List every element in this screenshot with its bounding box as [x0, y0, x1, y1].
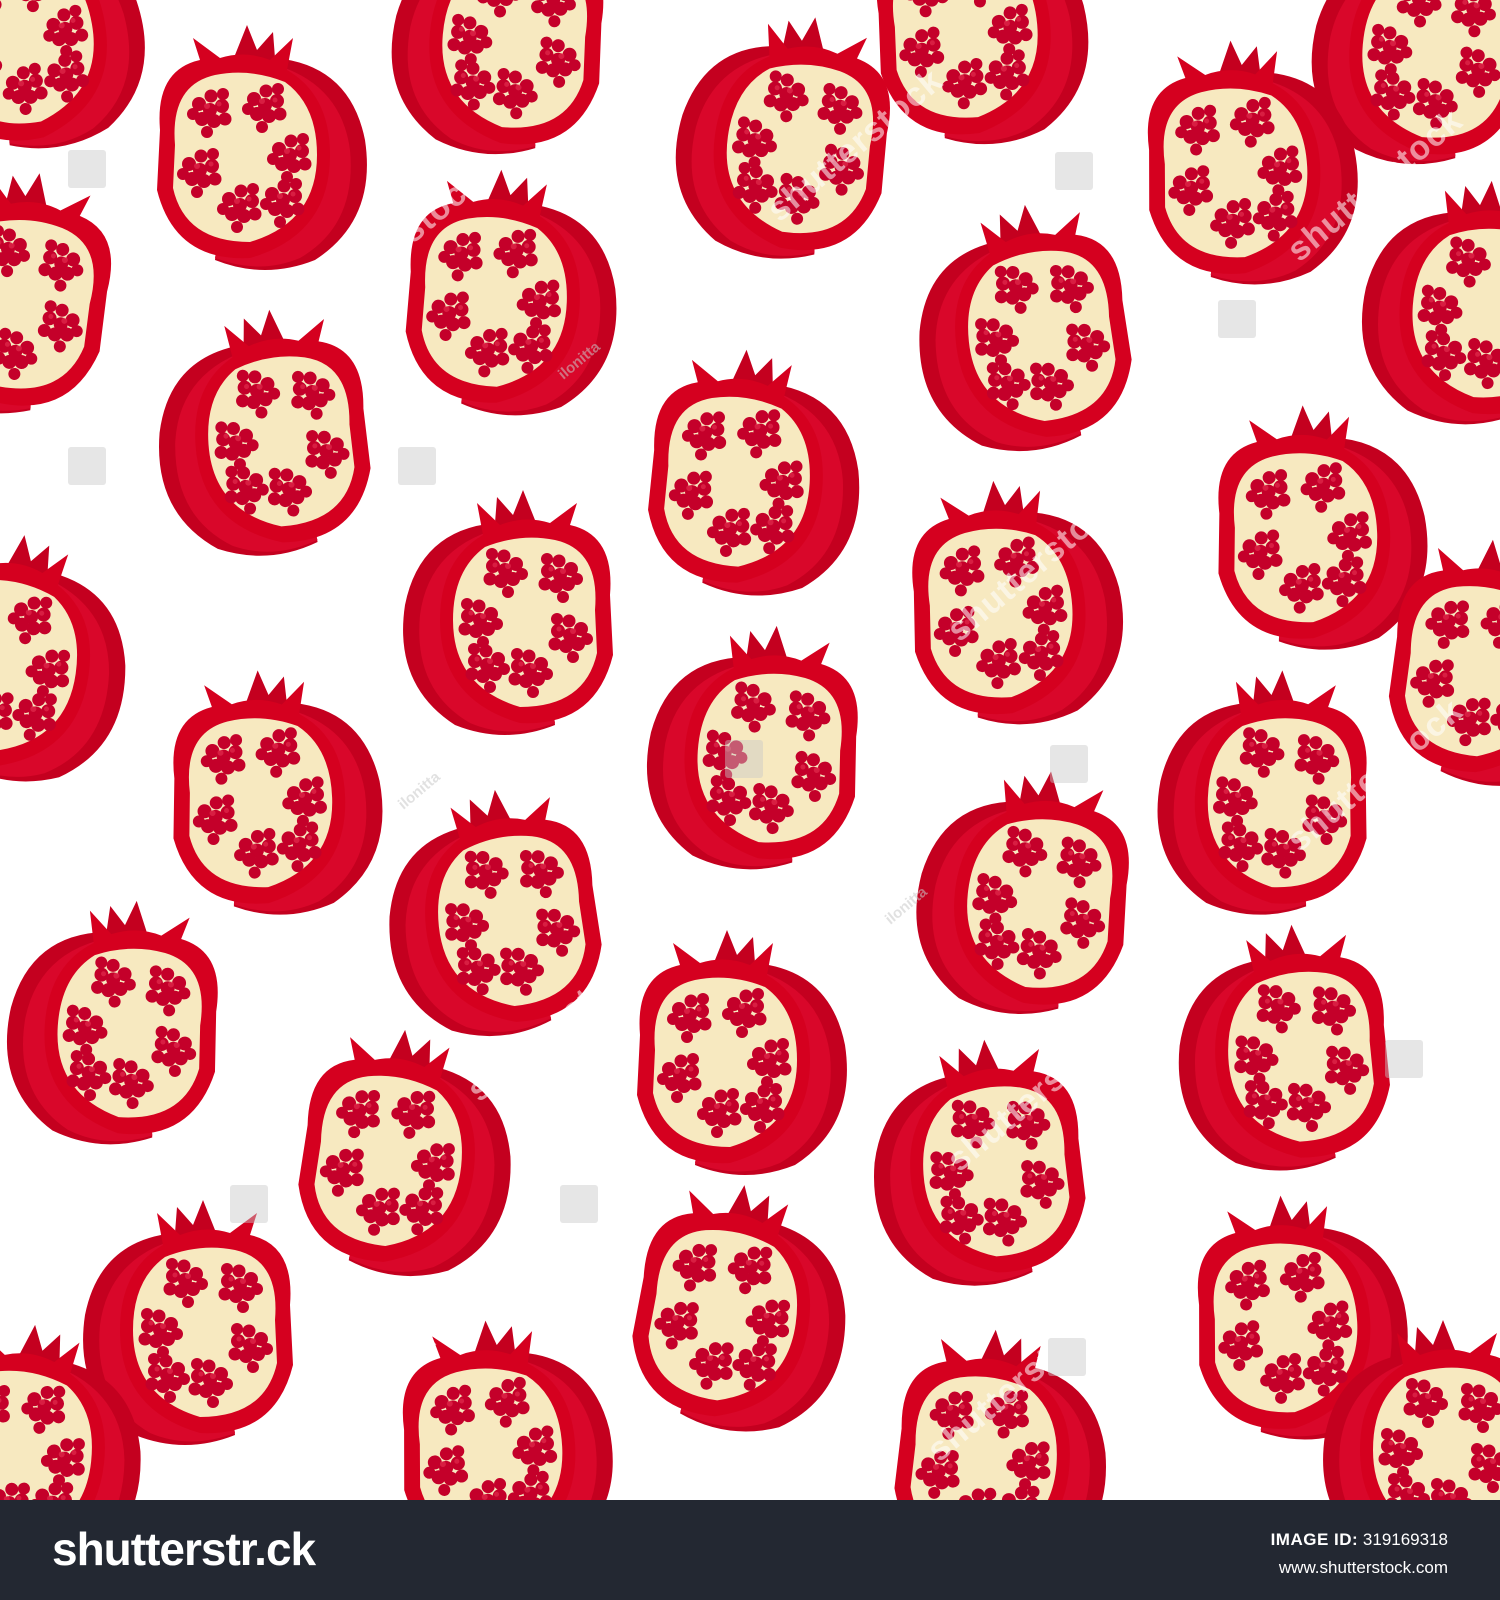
- pomegranate-half-icon: [396, 1314, 618, 1500]
- pomegranate-half-icon: [640, 617, 867, 876]
- pomegranate-half-icon: [866, 0, 1097, 153]
- pomegranate-half-icon: [904, 472, 1131, 731]
- pomegranate-half-icon: [865, 1033, 1092, 1292]
- pomegranate-half-icon: [637, 930, 847, 1175]
- stock-footer-bar: shutterstr.ck IMAGE ID: 319169318 www.sh…: [0, 1500, 1500, 1600]
- pomegranate-half-icon: [403, 490, 613, 735]
- pomegranate-half-icon: [157, 25, 367, 270]
- pomegranate-half-icon: [290, 1020, 524, 1286]
- pomegranate-half-icon: [150, 303, 377, 562]
- pomegranate-half-icon: [0, 892, 226, 1151]
- stock-image: shutterstock shutterstock shutterstock s…: [0, 0, 1500, 1600]
- pomegranate-pattern: shutterstock shutterstock shutterstock s…: [0, 0, 1500, 1500]
- pomegranate-layer: [0, 0, 1500, 1500]
- image-id-label: IMAGE ID:: [1270, 1530, 1359, 1549]
- pomegranate-half-icon: [0, 0, 161, 165]
- pomegranate-pattern-svg: [0, 0, 1500, 1500]
- pomegranate-half-icon: [1355, 172, 1500, 431]
- pomegranate-half-icon: [403, 167, 621, 419]
- pomegranate-half-icon: [376, 780, 610, 1046]
- pomegranate-half-icon: [0, 523, 143, 795]
- pomegranate-half-icon: [644, 345, 866, 601]
- image-id-value: 319169318: [1362, 1530, 1448, 1549]
- pomegranate-half-icon: [906, 195, 1140, 461]
- image-id: IMAGE ID: 319169318: [1271, 1530, 1448, 1550]
- pomegranate-half-icon: [889, 1323, 1116, 1500]
- brand-logo[interactable]: shutterstr.ck: [52, 1522, 316, 1576]
- pomegranate-half-icon: [0, 152, 128, 430]
- pomegranate-half-icon: [906, 759, 1140, 1025]
- pomegranate-half-icon: [1172, 920, 1394, 1176]
- pomegranate-half-icon: [662, 1, 904, 273]
- pomegranate-half-icon: [383, 0, 614, 163]
- pomegranate-half-icon: [621, 1173, 863, 1445]
- pomegranate-half-icon: [168, 666, 386, 918]
- pomegranate-half-icon: [1154, 666, 1372, 918]
- site-url-link[interactable]: www.shutterstock.com: [1279, 1558, 1448, 1578]
- pomegranate-half-icon: [1213, 401, 1431, 653]
